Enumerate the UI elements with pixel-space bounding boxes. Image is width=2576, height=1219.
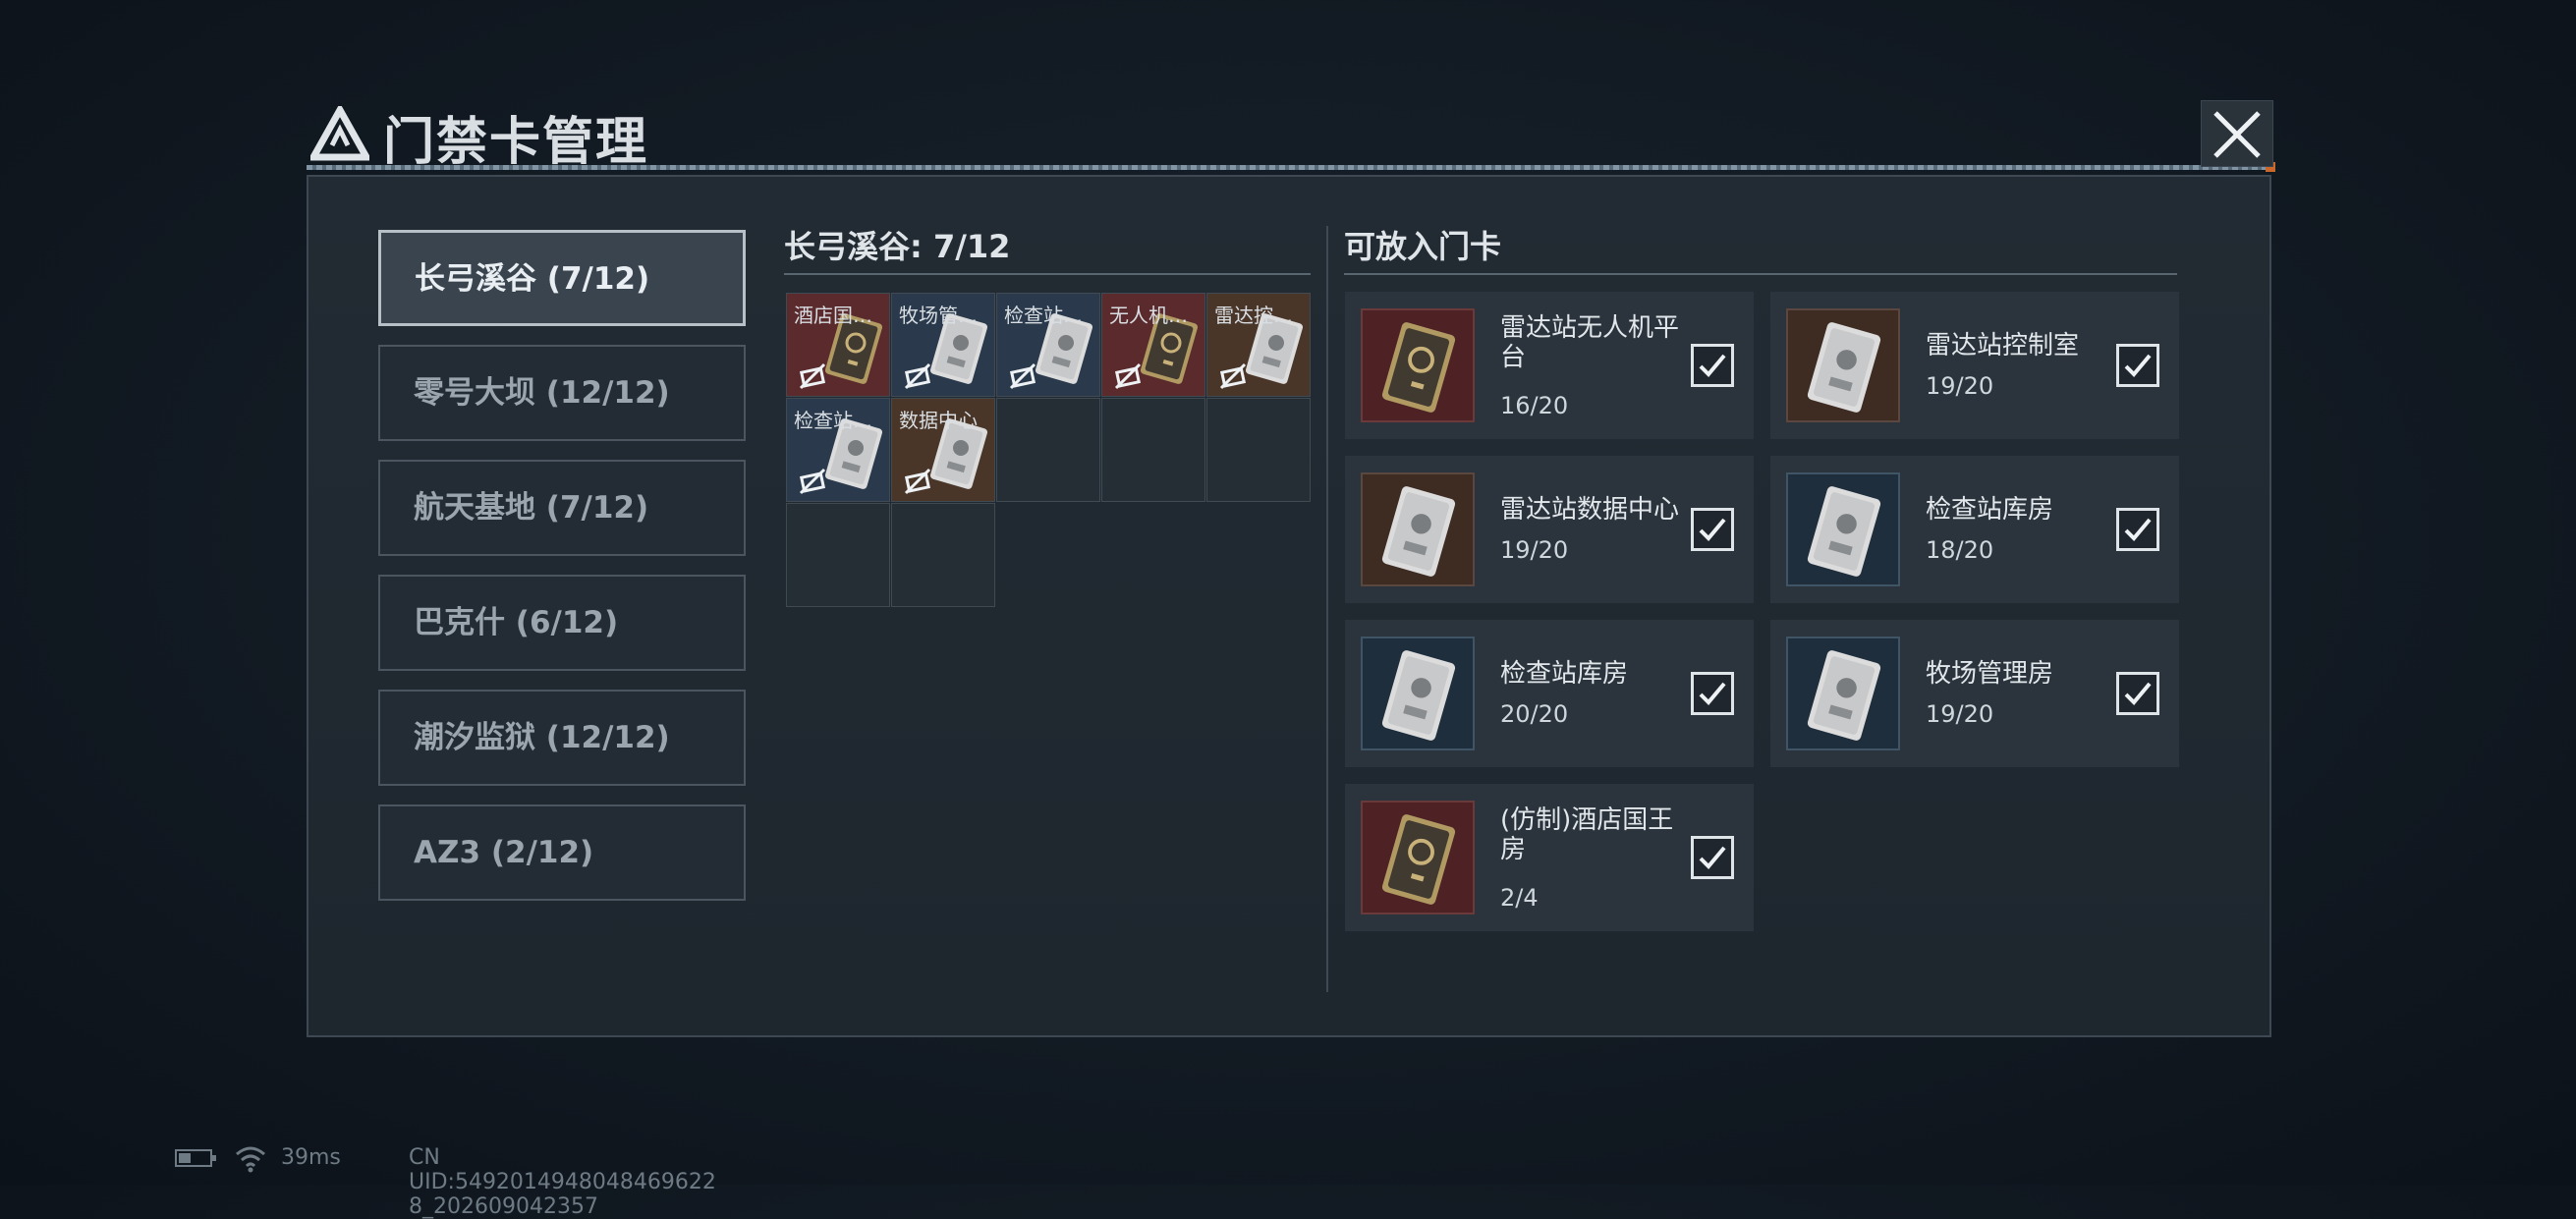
- keycard-name: 检查站库房: [1926, 495, 2054, 525]
- checkmark-icon: [1699, 354, 1726, 377]
- empty-slot[interactable]: [891, 503, 995, 607]
- map-tab[interactable]: 零号大坝 (12/12): [378, 345, 746, 441]
- slot-label: 雷达控…: [1214, 304, 1293, 327]
- keycard-slot[interactable]: 数据中心: [891, 398, 995, 502]
- checkmark-icon: [1699, 846, 1726, 869]
- keycard-thumbnail: [1361, 637, 1475, 750]
- available-keycard[interactable]: 雷达站无人机平台 16/20: [1345, 292, 1754, 439]
- map-tab[interactable]: AZ3 (2/12): [378, 804, 746, 901]
- slot-label: 数据中心: [899, 409, 978, 432]
- keycard-slot[interactable]: 无人机…: [1101, 293, 1205, 397]
- map-tab[interactable]: 航天基地 (7/12): [378, 460, 746, 556]
- keycard-slot[interactable]: 牧场管…: [891, 293, 995, 397]
- keycard-name: 雷达站无人机平台: [1500, 313, 1680, 372]
- keycard-icon: [1381, 650, 1456, 741]
- keycard-checkbox[interactable]: [1691, 508, 1734, 551]
- map-tab[interactable]: 潮汐监狱 (12/12): [378, 690, 746, 786]
- slot-marker-icon: [799, 468, 826, 495]
- keycard-thumbnail: [1786, 308, 1900, 422]
- keycard-thumbnail: [1786, 637, 1900, 750]
- keycard-checkbox[interactable]: [1691, 344, 1734, 387]
- title-bar: 门禁卡管理: [307, 94, 2275, 177]
- battery-icon: [175, 1149, 216, 1167]
- checkmark-icon: [1699, 682, 1726, 705]
- close-icon: [2213, 111, 2261, 158]
- checkmark-icon: [2124, 518, 2152, 541]
- keycard-name: 雷达站数据中心: [1500, 495, 1680, 525]
- keycard-name: (仿制)酒店国王房: [1500, 805, 1674, 864]
- keycard-name: 检查站库房: [1500, 659, 1629, 689]
- keycard-icon: [1381, 322, 1456, 413]
- keycard-count: 2/4: [1500, 884, 1539, 912]
- available-section-divider: [1344, 273, 2177, 275]
- keycard-thumbnail: [1786, 472, 1900, 586]
- user-uid: CN UID:5492014948048469622​8_20260904235…: [409, 1145, 716, 1219]
- keycard-slot[interactable]: 酒店国…: [786, 293, 890, 397]
- slot-label: 检查站…: [794, 409, 872, 432]
- slots-section-title: 长弓溪谷: 7/12: [784, 228, 1011, 265]
- available-keycard[interactable]: (仿制)酒店国王房 2/4: [1345, 784, 1754, 931]
- empty-slot[interactable]: [1206, 398, 1311, 502]
- keycard-count: 19/20: [1500, 536, 1569, 564]
- available-keycard[interactable]: 牧场管理房 19/20: [1770, 620, 2179, 767]
- slot-marker-icon: [904, 468, 931, 495]
- available-keycard[interactable]: 检查站库房 20/20: [1345, 620, 1754, 767]
- keycard-count: 18/20: [1926, 536, 1994, 564]
- keycard-name: 牧场管理房: [1926, 659, 2054, 689]
- slots-section-divider: [784, 273, 1311, 275]
- map-tab[interactable]: 巴克什 (6/12): [378, 575, 746, 671]
- slot-label: 牧场管…: [899, 304, 978, 327]
- available-keycard[interactable]: 雷达站数据中心 19/20: [1345, 456, 1754, 603]
- keycard-checkbox[interactable]: [1691, 672, 1734, 715]
- map-tab[interactable]: 长弓溪谷 (7/12): [378, 230, 746, 326]
- keycard-checkbox[interactable]: [2116, 672, 2159, 715]
- keycard-slot[interactable]: 检查站…: [996, 293, 1100, 397]
- slot-marker-icon: [1009, 362, 1036, 390]
- keycard-icon: [1807, 322, 1881, 413]
- keycard-count: 19/20: [1926, 372, 1994, 400]
- checkmark-icon: [1699, 518, 1726, 541]
- checkmark-icon: [2124, 354, 2152, 377]
- keycard-count: 20/20: [1500, 700, 1569, 728]
- keycard-thumbnail: [1361, 308, 1475, 422]
- empty-slot[interactable]: [786, 503, 890, 607]
- keycard-icon: [1807, 650, 1881, 741]
- keycard-count: 19/20: [1926, 700, 1994, 728]
- delta-logo-icon: [310, 106, 369, 161]
- close-button[interactable]: [2201, 100, 2273, 167]
- slot-marker-icon: [1114, 362, 1142, 390]
- available-keycard[interactable]: 检查站库房 18/20: [1770, 456, 2179, 603]
- keycard-thumbnail: [1361, 472, 1475, 586]
- keycard-checkbox[interactable]: [1691, 836, 1734, 879]
- keycard-count: 16/20: [1500, 392, 1569, 419]
- empty-slot[interactable]: [1101, 398, 1205, 502]
- keycard-checkbox[interactable]: [2116, 344, 2159, 387]
- checkmark-icon: [2124, 682, 2152, 705]
- keycard-slot[interactable]: 检查站…: [786, 398, 890, 502]
- keycard-name: 雷达站控制室: [1926, 331, 2080, 360]
- available-keycard[interactable]: 雷达站控制室 19/20: [1770, 292, 2179, 439]
- slot-label: 无人机…: [1109, 304, 1188, 327]
- slot-label: 检查站…: [1004, 304, 1083, 327]
- keycard-checkbox[interactable]: [2116, 508, 2159, 551]
- keycard-icon: [1381, 814, 1456, 905]
- keycard-thumbnail: [1361, 801, 1475, 914]
- empty-slot[interactable]: [996, 398, 1100, 502]
- wifi-icon: [236, 1146, 265, 1173]
- slot-marker-icon: [799, 362, 826, 390]
- column-divider: [1326, 226, 1328, 992]
- title-divider: [307, 162, 2275, 172]
- page-title: 门禁卡管理: [383, 113, 649, 172]
- keycard-icon: [1807, 486, 1881, 577]
- keycard-icon: [1381, 486, 1456, 577]
- keycard-slot[interactable]: 雷达控…: [1206, 293, 1311, 397]
- slot-label: 酒店国…: [794, 304, 872, 327]
- slot-marker-icon: [904, 362, 931, 390]
- available-section-title: 可放入门卡: [1344, 228, 1502, 265]
- ping-readout: 39ms: [281, 1145, 341, 1170]
- slot-marker-icon: [1219, 362, 1247, 390]
